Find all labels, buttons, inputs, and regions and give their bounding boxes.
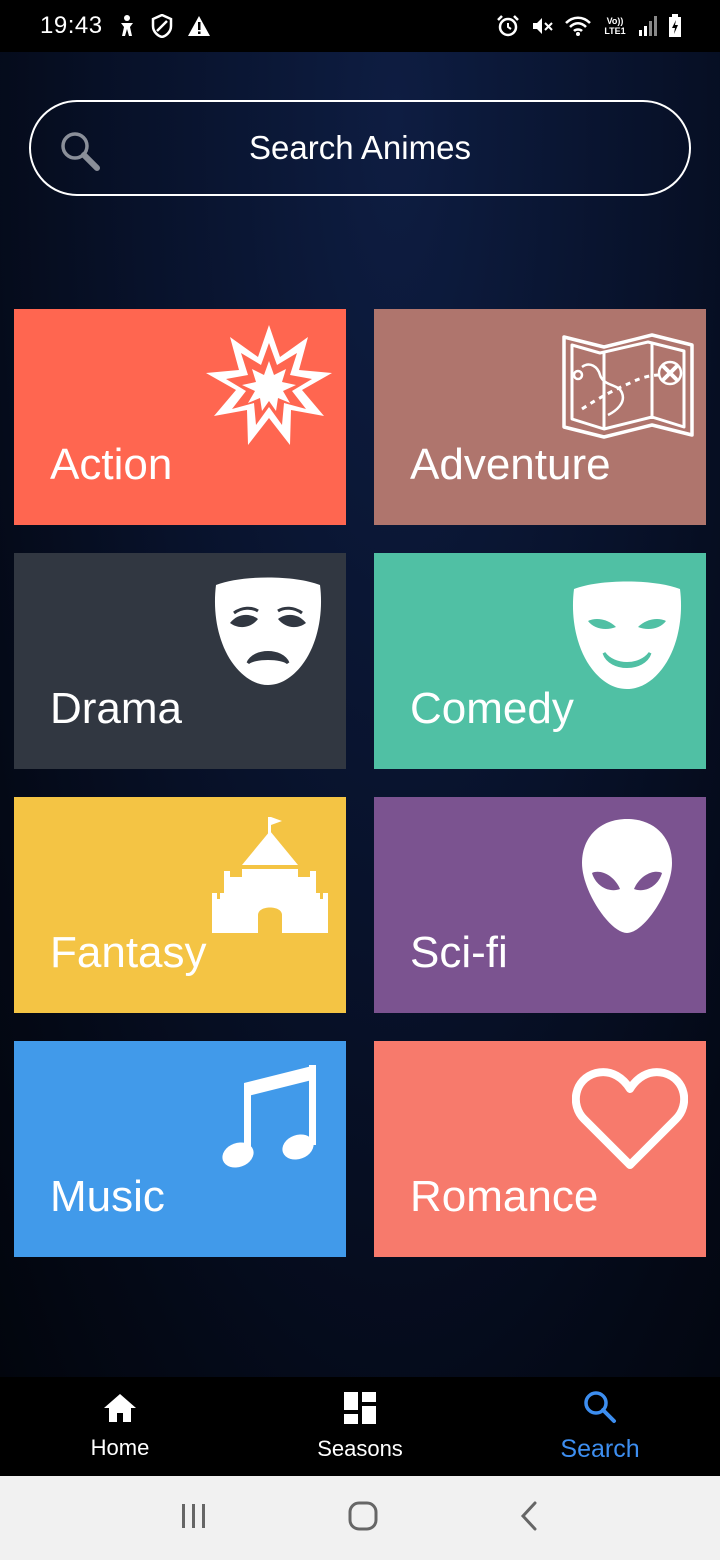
happy-mask-icon: [570, 581, 684, 696]
genre-label: Romance: [410, 1172, 599, 1221]
back-icon[interactable]: [517, 1500, 541, 1537]
status-time: 19:43: [40, 12, 103, 39]
system-navigation-bar: [0, 1476, 720, 1560]
recent-apps-icon[interactable]: [179, 1502, 209, 1535]
genre-label: Comedy: [410, 684, 574, 733]
genre-tile-action[interactable]: Action: [14, 309, 346, 525]
seasons-grid-icon: [343, 1391, 377, 1430]
nav-seasons[interactable]: Seasons: [240, 1377, 480, 1476]
search-bar[interactable]: Search Animes: [29, 100, 691, 196]
genre-label: Adventure: [410, 440, 611, 489]
genre-tile-fantasy[interactable]: Fantasy: [14, 797, 346, 1013]
accessibility-icon: [117, 14, 137, 38]
genre-tile-romance[interactable]: Romance: [374, 1041, 706, 1257]
explosion-icon: [204, 321, 334, 456]
nav-home[interactable]: Home: [0, 1377, 240, 1476]
mute-icon: [530, 14, 554, 38]
treasure-map-icon: [560, 331, 696, 446]
search-icon: [59, 130, 101, 177]
wifi-icon: [564, 15, 592, 37]
castle-icon: [210, 815, 330, 940]
volte-icon: Vo)) LTE1: [602, 16, 628, 36]
nav-label: Seasons: [317, 1436, 403, 1461]
warning-icon: [187, 15, 211, 37]
bottom-navigation: Home Seasons Search: [0, 1377, 720, 1476]
genre-label: Drama: [50, 684, 183, 733]
shield-icon: [151, 14, 173, 38]
genre-screen: Search Animes Action Adventure Drama Com…: [0, 52, 720, 1377]
genre-tile-drama[interactable]: Drama: [14, 553, 346, 769]
status-bar: 19:43 Vo)) LTE1: [0, 0, 720, 52]
genre-tile-comedy[interactable]: Comedy: [374, 553, 706, 769]
signal-icon: [638, 15, 658, 37]
genre-label: Sci-fi: [410, 928, 508, 977]
genre-tile-adventure[interactable]: Adventure: [374, 309, 706, 525]
sad-mask-icon: [212, 577, 324, 692]
genre-label: Action: [50, 440, 173, 489]
alien-icon: [580, 817, 674, 940]
genre-label: Fantasy: [50, 928, 207, 977]
home-icon: [102, 1392, 138, 1429]
genre-tile-scifi[interactable]: Sci-fi: [374, 797, 706, 1013]
music-note-icon: [220, 1063, 320, 1178]
heart-icon: [572, 1067, 688, 1176]
nav-label: Home: [90, 1435, 150, 1460]
alarm-icon: [496, 14, 520, 38]
battery-icon: [668, 14, 682, 38]
home-circle-icon[interactable]: [347, 1500, 379, 1537]
nav-search[interactable]: Search: [480, 1377, 720, 1476]
genre-tile-music[interactable]: Music: [14, 1041, 346, 1257]
genre-label: Music: [50, 1172, 165, 1221]
nav-label: Search: [560, 1434, 640, 1463]
search-icon: [583, 1390, 617, 1429]
search-placeholder: Search Animes: [249, 129, 471, 166]
volte-text: Vo)) LTE1: [604, 16, 626, 36]
